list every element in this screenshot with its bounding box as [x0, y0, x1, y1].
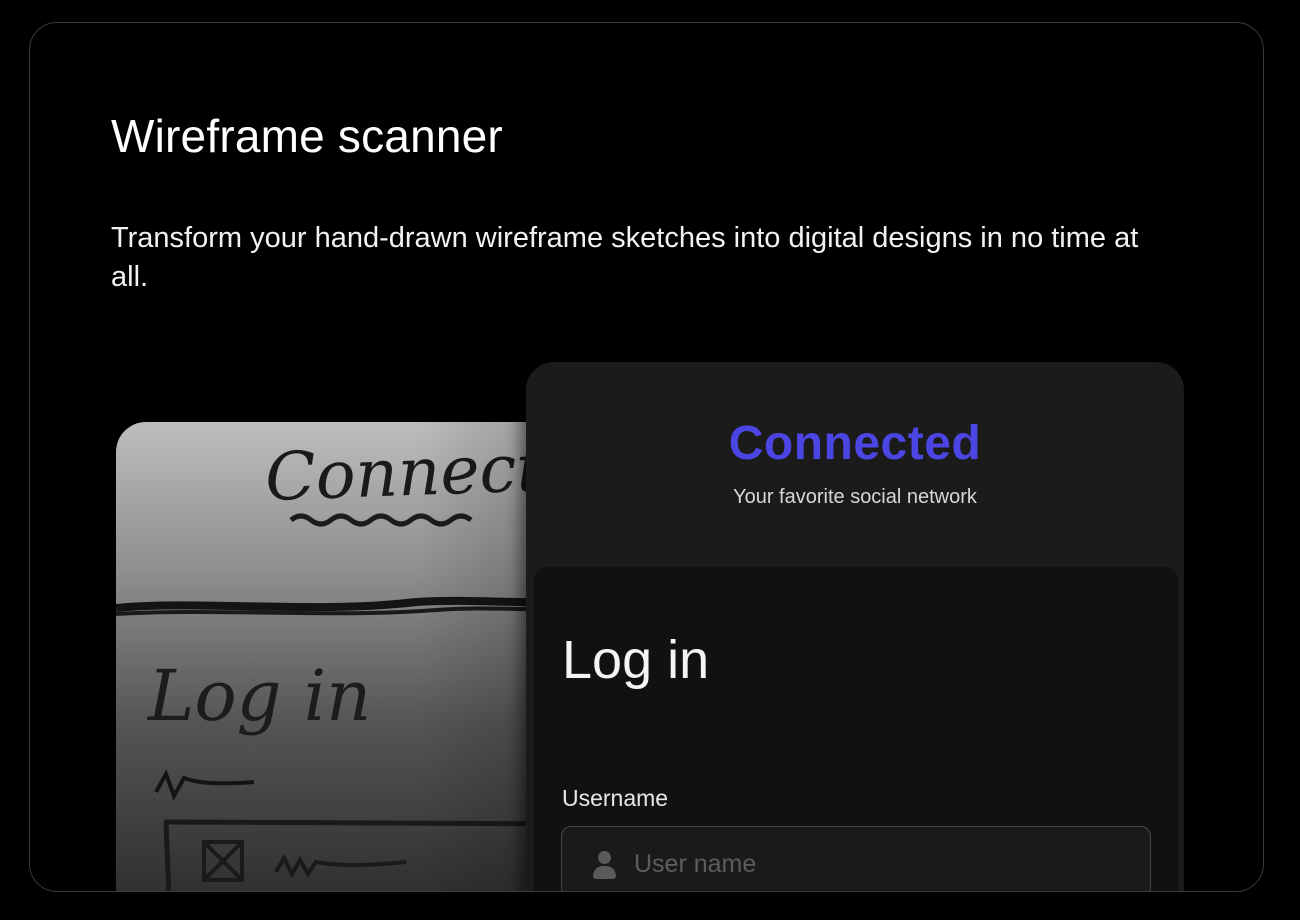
feature-card: Wireframe scanner Transform your hand-dr…	[29, 22, 1264, 892]
username-input[interactable]	[634, 847, 1114, 881]
user-icon	[592, 851, 618, 885]
login-form-panel: Log in Username	[534, 567, 1178, 891]
card-title: Wireframe scanner	[111, 110, 503, 162]
sketch-login-text: Log in	[146, 655, 371, 737]
card-description: Transform your hand-drawn wireframe sket…	[111, 222, 1139, 293]
username-field[interactable]	[561, 826, 1151, 891]
brand-tagline: Your favorite social network	[733, 486, 977, 508]
username-label: Username	[562, 785, 669, 811]
hand-drawn-wireframe-image: Connecte Log in	[116, 422, 596, 891]
digital-login-mockup: Connected Your favorite social network L…	[526, 362, 1184, 891]
login-heading: Log in	[562, 630, 710, 690]
brand-logo-text: Connected	[728, 417, 982, 470]
